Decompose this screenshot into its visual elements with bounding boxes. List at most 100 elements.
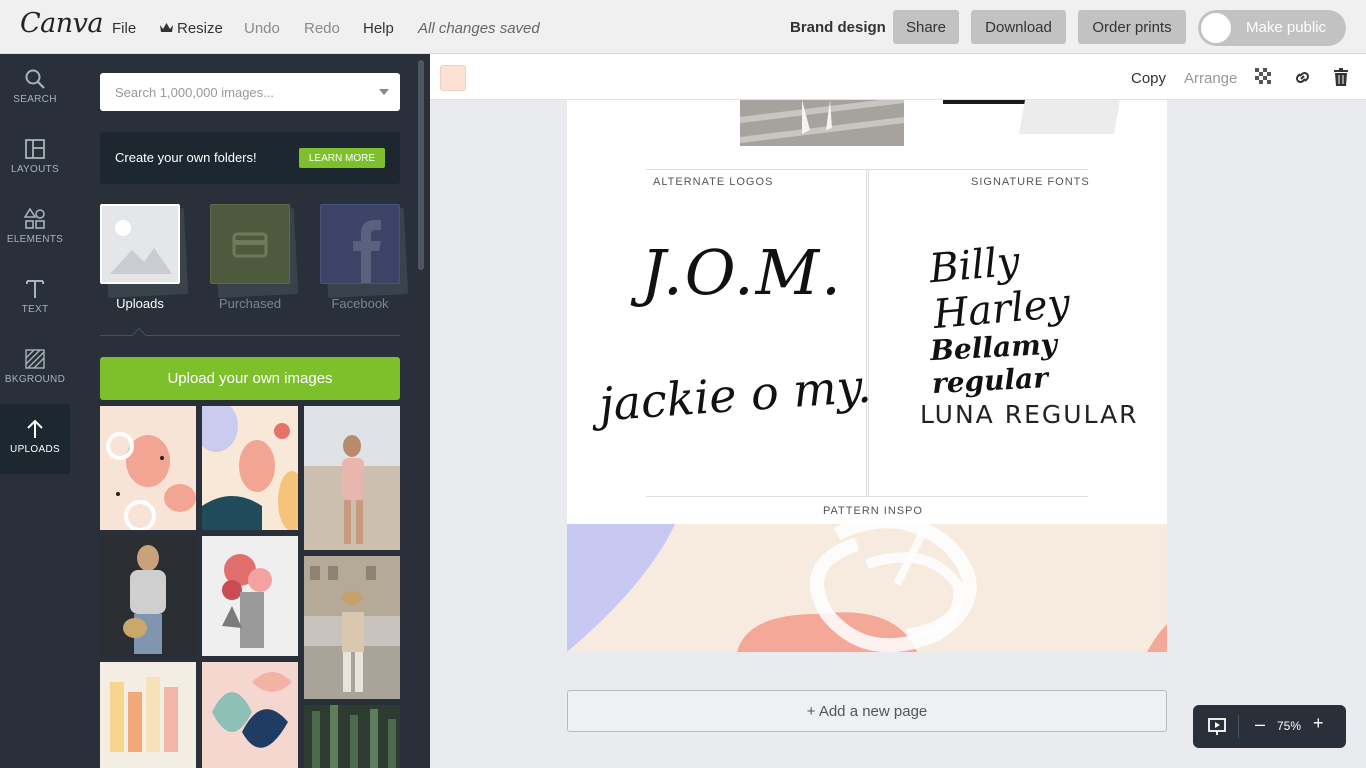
redo-button[interactable]: Redo [304, 20, 340, 37]
nav-elements-label: ELEMENTS [6, 234, 64, 245]
nav-layouts[interactable]: LAYOUTS [0, 124, 70, 194]
abstract-pattern-image [567, 524, 1167, 652]
resize-menu[interactable]: Resize [159, 20, 223, 37]
promo-text: Create your own folders! [115, 150, 257, 165]
upload-thumbnail[interactable] [100, 406, 196, 530]
context-toolbar: Copy Arrange [430, 54, 1366, 100]
zoom-controls: – 75% + [1193, 705, 1346, 748]
upload-thumbnail[interactable] [100, 536, 196, 656]
uploads-folder[interactable] [100, 204, 180, 284]
undo-button[interactable]: Undo [244, 20, 280, 37]
image-search-input[interactable]: Search 1,000,000 images... [100, 73, 400, 111]
credit-card-icon [232, 232, 268, 258]
purchased-folder-label: Purchased [218, 296, 282, 311]
add-page-button[interactable]: + Add a new page [567, 690, 1167, 732]
nav-text-label: TEXT [21, 304, 49, 315]
jom-logo-text[interactable]: J.O.M. [641, 236, 843, 309]
chevron-down-icon[interactable] [379, 89, 389, 95]
nav-elements[interactable]: ELEMENTS [0, 194, 70, 264]
facebook-folder[interactable] [320, 204, 400, 284]
pattern-inspo-block[interactable] [567, 524, 1167, 652]
delete-button[interactable] [1334, 68, 1348, 91]
elements-icon [24, 208, 45, 229]
pattern-inspo-heading[interactable]: PATTERN INSPO [823, 505, 923, 517]
bellamy-font-sample[interactable]: Bellamy regular [929, 322, 1167, 401]
billy-harley-font-sample[interactable]: Billy Harley [927, 226, 1167, 339]
jackie-o-my-logo-text[interactable]: jackie o my. [597, 359, 872, 432]
upload-thumbnail[interactable] [202, 662, 298, 768]
present-icon [1208, 718, 1226, 735]
nav-filler [0, 474, 70, 768]
zoom-in-button[interactable]: + [1313, 713, 1324, 734]
facebook-folder-label: Facebook [331, 296, 389, 311]
nav-layouts-label: LAYOUTS [10, 164, 60, 175]
top-rule [646, 169, 1088, 170]
nav-search[interactable]: SEARCH [0, 54, 70, 124]
transparency-icon [1255, 68, 1271, 84]
panel-scrollbar[interactable] [418, 60, 424, 270]
learn-more-button[interactable]: LEARN MORE [298, 148, 385, 168]
paint-tubes-image [110, 677, 178, 752]
paper-texture-element[interactable] [1019, 100, 1120, 134]
arrange-button[interactable]: Arrange [1184, 70, 1237, 87]
alternate-logos-heading[interactable]: ALTERNATE LOGOS [653, 176, 773, 188]
zoom-out-button[interactable]: – [1255, 714, 1265, 735]
zoom-level[interactable]: 75% [1277, 719, 1301, 733]
signature-fonts-heading[interactable]: SIGNATURE FONTS [971, 176, 1090, 188]
make-public-toggle[interactable]: Make public [1198, 10, 1346, 46]
copy-button[interactable]: Copy [1131, 70, 1166, 87]
nav-search-label: SEARCH [13, 94, 57, 105]
save-status: All changes saved [418, 20, 540, 37]
trash-icon [1334, 68, 1348, 86]
luna-font-sample[interactable]: LUNA REGULAR [920, 400, 1139, 429]
upload-thumbnail[interactable] [202, 536, 298, 656]
background-icon [25, 349, 45, 369]
crown-icon [160, 23, 173, 32]
nav-background-label: BKGROUND [4, 374, 66, 385]
street-photo-image [304, 556, 400, 699]
file-menu[interactable]: File [112, 20, 136, 37]
toggle-knob [1201, 13, 1231, 43]
bottom-rule [646, 496, 1088, 497]
text-icon [26, 280, 44, 298]
uploads-panel: Search 1,000,000 images... Create your o… [70, 54, 430, 768]
canva-logo[interactable]: Canva [20, 8, 104, 39]
left-navigation: SEARCH LAYOUTS ELEMENTS TEXT BKGROUND UP… [0, 54, 70, 768]
make-public-label: Make public [1246, 19, 1327, 36]
brand-design-title[interactable]: Brand design [790, 19, 886, 36]
uploads-folder-label: Uploads [116, 296, 164, 311]
flower-collage-image [222, 554, 272, 648]
upload-thumbnail[interactable] [202, 406, 298, 530]
present-button[interactable] [1207, 717, 1227, 742]
upload-images-button[interactable]: Upload your own images [100, 357, 400, 400]
color-swatch[interactable] [440, 65, 466, 91]
folders-promo: Create your own folders! LEARN MORE [100, 132, 400, 184]
upload-thumbnail[interactable] [304, 556, 400, 699]
boots-photo-image [739, 100, 905, 146]
street-photo-element[interactable] [739, 100, 905, 146]
nav-text[interactable]: TEXT [0, 264, 70, 334]
cactus-photo-image [312, 705, 396, 768]
abstract-pattern-image [106, 432, 196, 530]
link-button[interactable] [1293, 68, 1312, 92]
top-bar: Canva File Resize Undo Redo Help All cha… [0, 0, 1366, 54]
fashion-photo-image [123, 545, 166, 654]
order-prints-button[interactable]: Order prints [1078, 10, 1186, 44]
upload-arrow-icon [27, 419, 43, 438]
nav-background[interactable]: BKGROUND [0, 334, 70, 404]
vertical-rule [866, 170, 867, 496]
nav-uploads[interactable]: UPLOADS [0, 404, 70, 474]
design-page[interactable]: ALTERNATE LOGOS SIGNATURE FONTS J.O.M. j… [567, 100, 1167, 652]
upload-thumbnail[interactable] [304, 406, 400, 550]
active-folder-indicator [131, 327, 147, 343]
upload-thumbnail[interactable] [100, 662, 196, 768]
purchased-folder[interactable] [210, 204, 290, 284]
resize-label: Resize [177, 20, 223, 37]
share-button[interactable]: Share [893, 10, 959, 44]
transparency-button[interactable] [1255, 68, 1271, 89]
leaf-pattern-image [212, 672, 292, 748]
link-icon [1295, 71, 1310, 84]
download-button[interactable]: Download [971, 10, 1066, 44]
help-menu[interactable]: Help [363, 20, 394, 37]
upload-thumbnail[interactable] [304, 705, 400, 768]
